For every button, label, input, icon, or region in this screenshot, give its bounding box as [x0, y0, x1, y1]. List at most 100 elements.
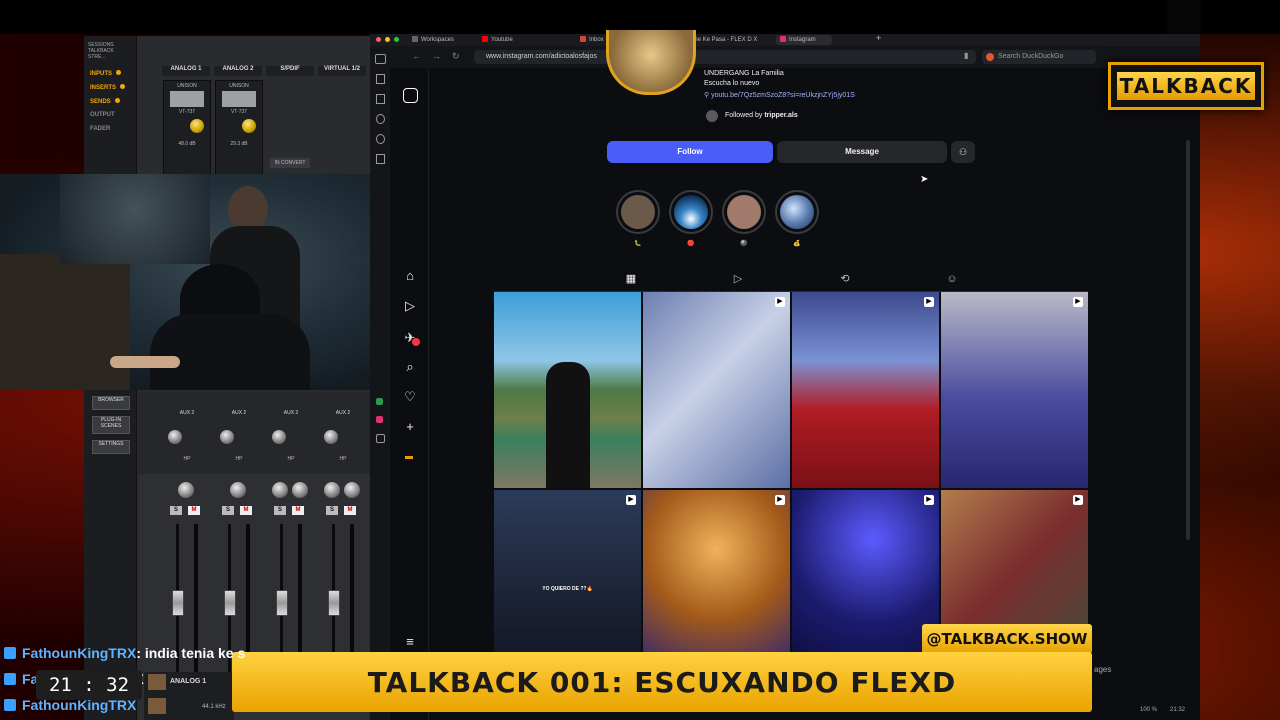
channel-fader[interactable] [276, 590, 288, 616]
post-thumbnail[interactable]: ▶ [792, 292, 939, 488]
reels-icon[interactable]: ▷ [402, 298, 418, 314]
suggested-users-icon[interactable]: ⚇ [951, 141, 975, 163]
minimize-window-icon[interactable] [385, 37, 390, 42]
followed-by[interactable]: Followed by tripper.als [725, 112, 798, 119]
channel-header-analog1: ANALOG 1 [162, 66, 210, 76]
bookmarks-icon[interactable] [376, 74, 385, 84]
settings-button[interactable]: SETTINGS [92, 440, 130, 454]
reel-icon: ▶ [775, 495, 785, 505]
pan-knob[interactable] [230, 482, 246, 498]
aux-knob[interactable] [324, 430, 338, 444]
page-scrollbar[interactable] [1186, 140, 1190, 540]
mute-button[interactable]: M [344, 506, 356, 515]
pan-knob[interactable] [344, 482, 360, 498]
aux-label: AUX 2 [179, 410, 195, 416]
aux-knob[interactable] [168, 430, 182, 444]
post-thumbnail[interactable] [494, 292, 641, 488]
panel-settings-icon[interactable] [376, 434, 385, 443]
zoom-level[interactable]: 100 % [1140, 707, 1157, 713]
url-field[interactable]: www.instagram.com/adictoalosfajos [474, 50, 976, 64]
follow-button[interactable]: Follow [607, 141, 773, 163]
menu-inputs[interactable]: INPUTS [90, 70, 122, 77]
menu-sends[interactable]: SENDS [90, 98, 120, 105]
channel-fader[interactable] [172, 590, 184, 616]
aux-knob[interactable] [220, 430, 234, 444]
aux-label: AUX 2 [335, 410, 351, 416]
instagram-logo-icon[interactable] [403, 88, 418, 103]
tab-youtube[interactable]: Youtube [482, 35, 513, 45]
post-thumbnail[interactable]: ▶ [643, 292, 790, 488]
aux-knob[interactable] [272, 430, 286, 444]
menu-output[interactable]: OUTPUT [90, 112, 115, 118]
reel-icon: ▶ [1073, 297, 1083, 307]
channel-fader[interactable] [224, 590, 236, 616]
pan-knob[interactable] [292, 482, 308, 498]
menu-icon[interactable]: ≡ [402, 634, 418, 650]
home-icon[interactable]: ⌂ [402, 268, 418, 284]
search-field[interactable]: Search DuckDuckGo [982, 50, 1096, 64]
story-highlight-1[interactable] [616, 190, 660, 234]
social-handle-banner: @TALKBACK.SHOW [922, 624, 1092, 654]
highlight-label: 🐛 [634, 241, 642, 247]
downloads-icon[interactable] [376, 114, 385, 124]
mute-button[interactable]: M [240, 506, 252, 515]
preamp-plugin[interactable] [170, 91, 204, 107]
footer-channel-name: ANALOG 1 [170, 678, 207, 685]
solo-button[interactable]: S [222, 506, 234, 515]
channel-fader[interactable] [328, 590, 340, 616]
pan-knob[interactable] [272, 482, 288, 498]
gain-knob[interactable] [242, 119, 256, 133]
instagram-panel-icon[interactable] [376, 416, 383, 423]
back-icon[interactable]: ← [412, 51, 421, 61]
maximize-window-icon[interactable] [394, 37, 399, 42]
mute-button[interactable]: M [292, 506, 304, 515]
story-highlight-3[interactable] [722, 190, 766, 234]
new-tab-icon[interactable]: + [876, 33, 881, 43]
reels-tab-icon[interactable]: ▷ [731, 272, 745, 286]
notifications-heart-icon[interactable]: ♡ [402, 389, 418, 405]
message-button[interactable]: Message [777, 141, 947, 163]
follower-avatar[interactable] [706, 110, 718, 122]
tab-workspaces[interactable]: Workspaces [412, 35, 454, 45]
pan-knob[interactable] [324, 482, 340, 498]
bookmark-icon[interactable]: ▮ [964, 51, 968, 60]
hp-label: HP [235, 456, 243, 462]
stats-readout [1166, 0, 1202, 34]
bio-link[interactable]: ⚲ youtu.be/7Qz5zmSzoZ8?si=reUkzjnZYj5jy0… [704, 91, 855, 99]
reading-list-icon[interactable] [376, 94, 385, 104]
browser-button[interactable]: BROWSER [92, 396, 130, 410]
tagged-tab-icon[interactable]: ☺ [945, 272, 959, 286]
post-thumbnail[interactable]: ▶ [941, 292, 1088, 488]
posts-grid-tab-icon[interactable]: ▦ [624, 272, 638, 286]
channel-strip-1: UNISON VT-737 48.0 dB [163, 80, 211, 178]
history-icon[interactable] [376, 134, 385, 144]
menu-inserts[interactable]: INSERTS [90, 84, 126, 91]
profile-avatar-icon[interactable] [405, 456, 413, 459]
solo-button[interactable]: S [274, 506, 286, 515]
reposts-tab-icon[interactable]: ⟲ [838, 272, 852, 286]
preamp-plugin[interactable] [222, 91, 256, 107]
solo-button[interactable]: S [326, 506, 338, 515]
whatsapp-icon[interactable] [376, 398, 383, 405]
close-window-icon[interactable] [376, 37, 381, 42]
mute-button[interactable]: M [188, 506, 200, 515]
pan-knob[interactable] [178, 482, 194, 498]
forward-icon[interactable]: → [432, 51, 441, 61]
tab-instagram[interactable]: Instagram [776, 35, 832, 45]
plugin-scenes-button[interactable]: PLUG-IN SCENES [92, 416, 130, 434]
post-caption-overlay: YO QUIERO DE ??🔥 [542, 586, 593, 592]
menu-fader[interactable]: FADER [90, 126, 110, 132]
story-highlight-4[interactable] [775, 190, 819, 234]
reload-icon[interactable]: ↻ [452, 51, 460, 62]
convert-button[interactable]: IN CONVERT [270, 158, 310, 168]
story-highlight-2[interactable] [669, 190, 713, 234]
mixer-session-title: SESSIONS TALKBACK STRE... [88, 42, 114, 60]
search-icon[interactable]: ⌕ [402, 359, 418, 375]
notes-icon[interactable] [376, 154, 385, 164]
gain-knob[interactable] [190, 119, 204, 133]
channel-strip-2: UNISON VT-737 29.3 dB [215, 80, 263, 178]
create-icon[interactable]: + [402, 419, 418, 435]
panel-icon[interactable] [375, 54, 386, 64]
solo-button[interactable]: S [170, 506, 182, 515]
reel-icon: ▶ [775, 297, 785, 307]
